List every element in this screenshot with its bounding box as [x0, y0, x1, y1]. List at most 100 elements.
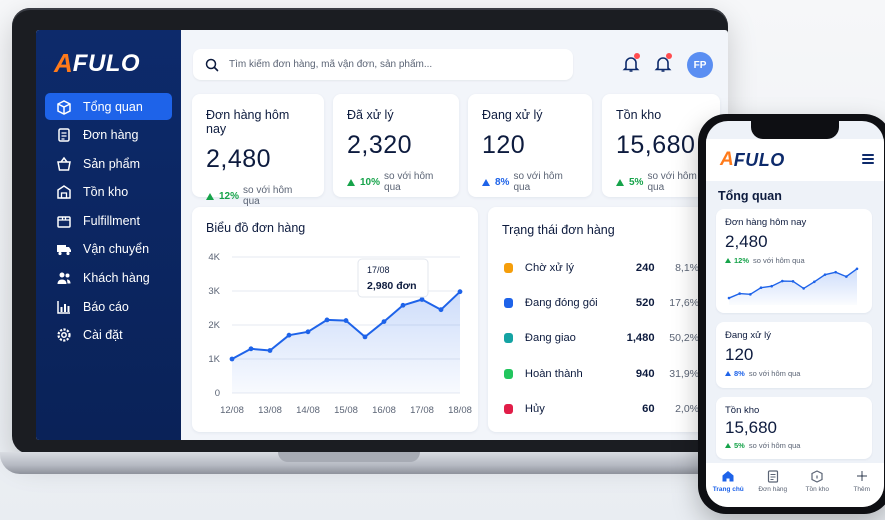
- chart-point: [305, 329, 311, 335]
- status-percent: 8,1%: [675, 262, 700, 274]
- logo-letter: A: [720, 149, 734, 170]
- bar-chart-icon: [55, 298, 73, 316]
- tab-home[interactable]: Trang chủ: [708, 469, 748, 507]
- sidebar-item-shipping[interactable]: Vận chuyển: [45, 236, 172, 263]
- delta-percent: 5%: [734, 441, 745, 450]
- status-count: 520: [635, 297, 655, 309]
- stat-delta: 12% so với hôm qua: [206, 185, 310, 207]
- phone-page-title: Tổng quan: [718, 189, 782, 203]
- y-tick-label: 4K: [208, 252, 220, 263]
- y-tick-label: 0: [215, 388, 220, 399]
- stat-delta: 8% so với hôm qua: [482, 171, 578, 193]
- status-percent: 31,9%: [669, 368, 700, 380]
- alerts-button[interactable]: [651, 52, 675, 76]
- stat-title: Đơn hàng hôm nay: [206, 108, 290, 136]
- notification-dot: [666, 53, 672, 59]
- logo-letter: A: [54, 48, 73, 78]
- chart-point: [400, 302, 406, 308]
- chart-point: [248, 346, 254, 352]
- phone-sparkline-chart: [727, 267, 859, 305]
- sidebar-item-label: Vận chuyển: [83, 242, 150, 257]
- x-tick-label: 15/08: [334, 405, 358, 416]
- sidebar-item-inventory[interactable]: Tồn kho: [45, 179, 172, 206]
- stat-title: Đang xử lý: [725, 330, 771, 341]
- status-row: Hoàn thành 940 31,9%: [504, 364, 699, 384]
- warehouse-icon: [55, 183, 73, 201]
- status-percent: 17,6%: [669, 297, 700, 309]
- sidebar-item-reports[interactable]: Báo cáo: [45, 293, 172, 320]
- tab-more[interactable]: Thêm: [842, 469, 882, 507]
- stat-title: Đơn hàng hôm nay: [725, 217, 807, 228]
- document-icon: [55, 126, 73, 144]
- laptop: A FULO Tổng quan Đơn hàng Sản phẩm Tồn k…: [12, 8, 728, 454]
- status-color-dot: [504, 333, 513, 343]
- logo-text: FULO: [733, 149, 785, 170]
- status-color-dot: [504, 263, 513, 273]
- stat-title: Tồn kho: [725, 405, 760, 416]
- status-color-dot: [504, 369, 513, 379]
- clipboard-icon: [767, 470, 778, 483]
- delta-note: so với hôm qua: [753, 256, 805, 265]
- trend-up-icon: [725, 443, 731, 448]
- notification-button[interactable]: [619, 52, 643, 76]
- stat-card-processed: Đã xử lý 2,320 10% so với hôm qua: [333, 94, 459, 197]
- truck-icon: [55, 240, 73, 258]
- chart-point: [286, 332, 292, 338]
- sidebar-item-orders[interactable]: Đơn hàng: [45, 122, 172, 149]
- search-input[interactable]: [229, 59, 549, 70]
- sparkline-point: [749, 293, 752, 296]
- y-tick-label: 3K: [208, 286, 220, 297]
- orders-line-chart: 0 1K 2K 3K 4K 12/08 13/08 14/08 15/08 16/08 17/08 1…: [208, 252, 472, 416]
- sparkline-point: [802, 287, 805, 290]
- dashboard-box-icon: [55, 98, 73, 116]
- sidebar: A FULO Tổng quan Đơn hàng Sản phẩm Tồn k…: [36, 30, 181, 440]
- tab-label: Đơn hàng: [758, 486, 788, 493]
- phone-screen: A FULO Tổng quan Đơn hàng hôm nay 2,480 …: [706, 121, 884, 507]
- chart-point: [419, 297, 425, 302]
- menu-icon[interactable]: [862, 154, 874, 164]
- tab-inventory[interactable]: Tồn kho: [797, 469, 837, 507]
- stat-title: Đang xử lý: [482, 108, 543, 122]
- gear-icon: [55, 326, 73, 344]
- logo: A FULO: [720, 149, 785, 171]
- x-tick-label: 18/08: [448, 405, 472, 416]
- sidebar-item-settings[interactable]: Cài đặt: [45, 322, 172, 349]
- laptop-notch: [278, 452, 420, 462]
- tab-orders[interactable]: Đơn hàng: [753, 469, 793, 507]
- delta-percent: 12%: [734, 256, 750, 265]
- trend-up-icon: [725, 258, 731, 263]
- status-row: Chờ xử lý 240 8,1%: [504, 258, 699, 278]
- status-label: Đang đóng gói: [524, 297, 598, 309]
- status-label: Hủy: [524, 403, 545, 415]
- phone-notch: [751, 121, 839, 139]
- delta-note: so với hôm qua: [513, 171, 563, 193]
- stat-delta: 8% so với hôm qua: [725, 369, 863, 378]
- stat-value: 2,480: [725, 232, 768, 251]
- status-percent: 2,0%: [675, 403, 700, 415]
- delta-percent: 8%: [495, 176, 510, 188]
- chart-point: [229, 356, 235, 362]
- users-icon: [55, 269, 73, 287]
- delta-note: so với hôm qua: [243, 185, 293, 207]
- status-label: Hoàn thành: [524, 368, 583, 380]
- sidebar-item-overview[interactable]: Tổng quan: [45, 93, 172, 120]
- stat-value: 120: [482, 131, 526, 159]
- avatar[interactable]: FP: [687, 52, 713, 78]
- tooltip-date: 17/08: [367, 265, 390, 275]
- status-title: Trạng thái đơn hàng: [502, 223, 615, 237]
- chart-point: [324, 317, 330, 323]
- status-label: Chờ xử lý: [524, 262, 574, 274]
- sidebar-nav: Tổng quan Đơn hàng Sản phẩm Tồn kho Fulf…: [45, 93, 172, 350]
- delta-percent: 10%: [360, 176, 381, 188]
- sidebar-item-products[interactable]: Sản phẩm: [45, 150, 172, 177]
- delta-percent: 12%: [219, 190, 240, 202]
- sidebar-item-label: Fulfillment: [83, 213, 140, 228]
- sidebar-item-fulfillment[interactable]: Fulfillment: [45, 207, 172, 234]
- sidebar-item-customers[interactable]: Khách hàng: [45, 265, 172, 292]
- box-icon: [811, 470, 823, 483]
- status-count: 60: [642, 403, 655, 415]
- stat-delta: 5% so với hôm qua: [616, 171, 706, 193]
- sparkline-point: [834, 270, 837, 274]
- search-bar[interactable]: [193, 49, 573, 80]
- tooltip-value: 2,980 đơn: [367, 280, 417, 292]
